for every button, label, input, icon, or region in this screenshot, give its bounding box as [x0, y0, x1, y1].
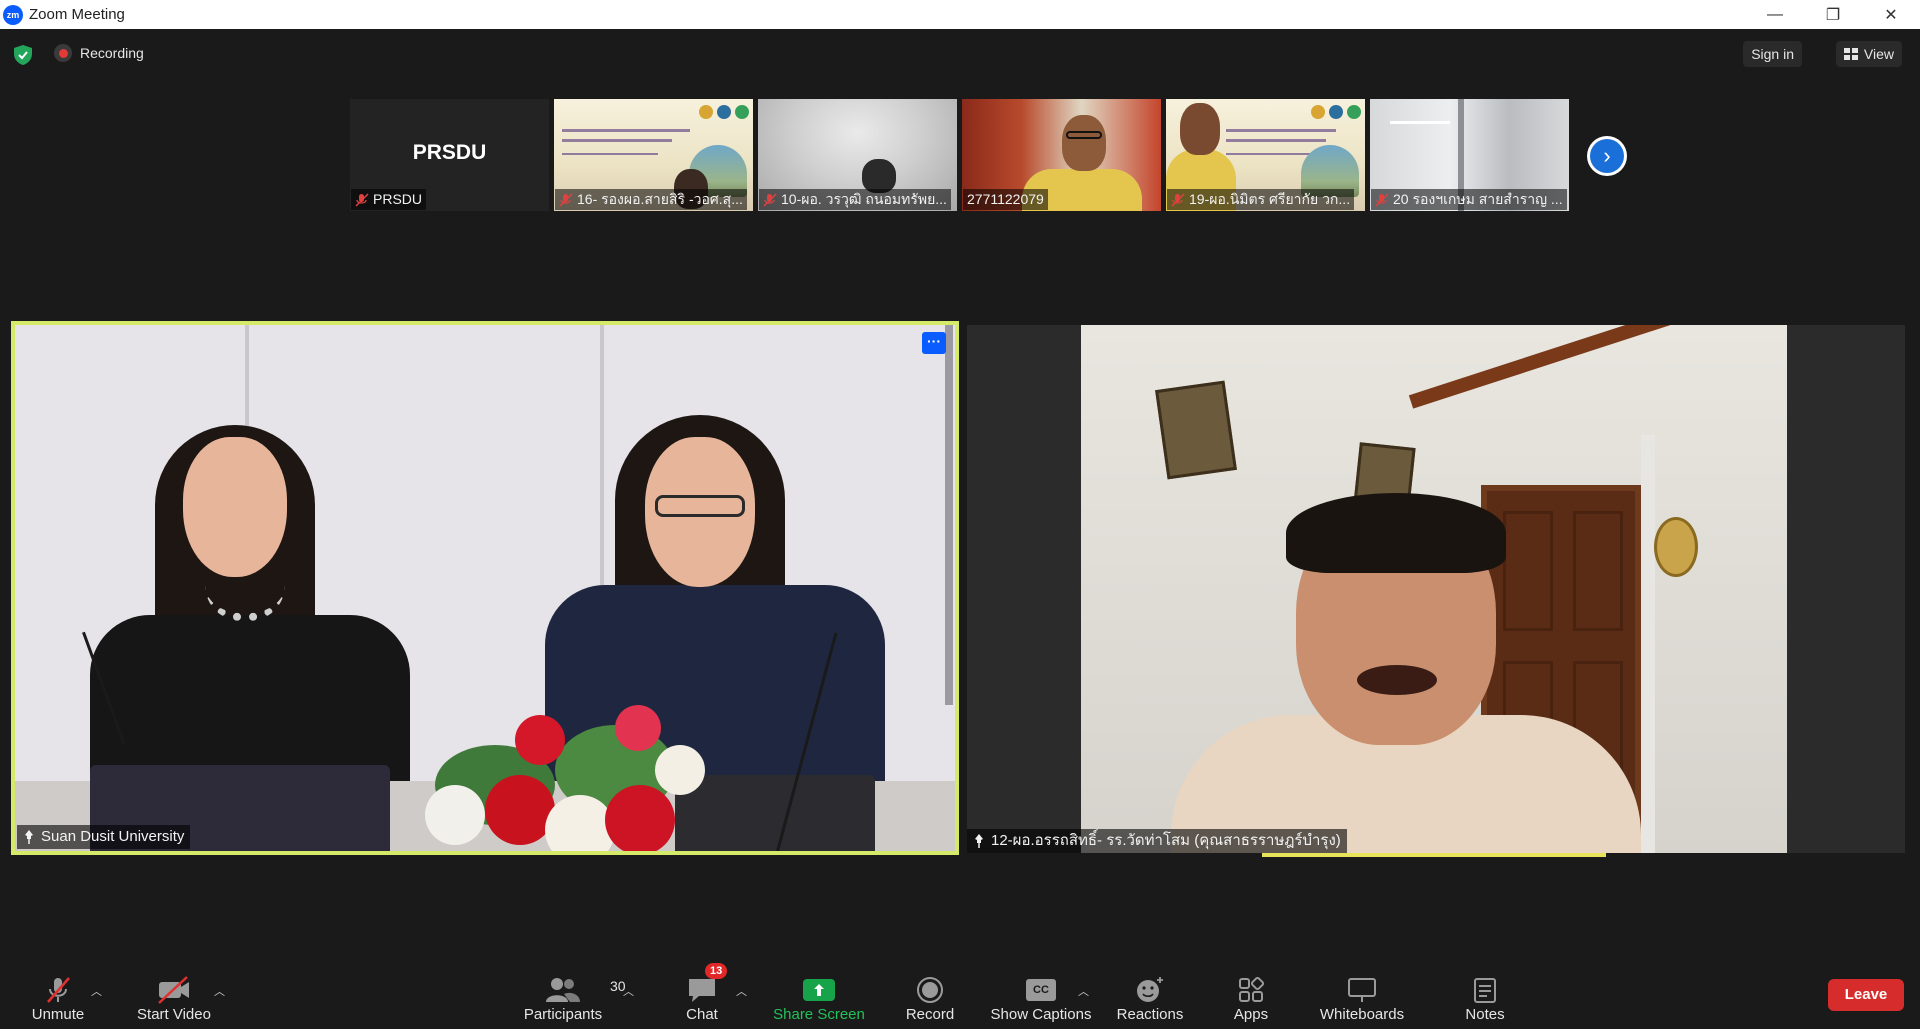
start-video-button[interactable]: Start Video	[132, 957, 216, 1029]
mic-muted-icon	[763, 192, 777, 207]
participant-name-tag: 19-ผอ.นิมิตร ศรียากัย วก...	[1167, 189, 1355, 210]
chat-unread-badge: 13	[705, 963, 728, 979]
meeting-toolbar: Unmute ︿ Start Video ︿ 30 Participants ︿…	[0, 957, 1920, 1029]
mic-muted-icon	[1171, 192, 1185, 207]
video-tile-active-speaker[interactable]: ··· Suan Dusit University	[11, 321, 959, 855]
whiteboard-icon	[1347, 970, 1377, 1010]
video-tile[interactable]	[1081, 325, 1787, 853]
zoom-logo-icon: zm	[3, 4, 23, 25]
speaking-indicator	[1262, 853, 1606, 857]
participant-thumbnail[interactable]: 20 รองฯเกษม สายสำราญ ...	[1370, 99, 1569, 211]
recording-dot-icon	[54, 44, 72, 62]
participants-icon: 30	[546, 970, 626, 1010]
security-shield-icon[interactable]	[14, 45, 32, 65]
sign-in-button[interactable]: Sign in	[1743, 41, 1802, 67]
window-title: Zoom Meeting	[29, 6, 125, 23]
recording-indicator[interactable]: Recording	[54, 44, 144, 62]
unmute-button[interactable]: Unmute	[28, 957, 88, 1029]
participant-video	[1081, 325, 1787, 853]
chat-icon: 13	[687, 963, 728, 1010]
participant-thumbnail[interactable]: 2771122079	[962, 99, 1161, 211]
chat-button[interactable]: 13 Chat	[680, 957, 728, 1029]
minimize-button[interactable]: —	[1746, 0, 1804, 29]
participant-name: 10-ผอ. วรวุฒิ ถนอมทรัพย...	[781, 191, 947, 207]
participant-name: 16- รองผอ.สายสิริ -วอศ.สุ...	[577, 191, 743, 207]
participant-name: 19-ผอ.นิมิตร ศรียากัย วก...	[1189, 191, 1351, 207]
participant-thumbnail[interactable]: 16- รองผอ.สายสิริ -วอศ.สุ...	[554, 99, 753, 211]
title-bar: zm Zoom Meeting — ❐ ✕	[0, 0, 1920, 29]
participant-name-tag: 16- รองผอ.สายสิริ -วอศ.สุ...	[555, 189, 747, 210]
show-captions-button[interactable]: CC Show Captions	[990, 957, 1092, 1029]
participant-thumbnail[interactable]: 19-ผอ.นิมิตร ศรียากัย วก...	[1166, 99, 1365, 211]
audio-options-caret[interactable]: ︿	[91, 983, 102, 999]
participant-name: 20 รองฯเกษม สายสำราญ ...	[1393, 191, 1563, 207]
mic-muted-icon	[355, 192, 369, 207]
participant-name: Suan Dusit University	[41, 828, 185, 845]
record-button[interactable]: Record	[904, 957, 956, 1029]
participant-name-tag: 2771122079	[963, 189, 1048, 210]
participants-button[interactable]: 30 Participants	[520, 957, 626, 1029]
zoom-meeting-window: zm Zoom Meeting — ❐ ✕ Recording Sign in …	[0, 0, 1920, 1029]
notes-button[interactable]: Notes	[1463, 957, 1507, 1029]
reactions-icon	[1135, 970, 1165, 1010]
participant-video	[15, 325, 955, 851]
participant-name-tag: 10-ผอ. วรวุฒิ ถนอมทรัพย...	[759, 189, 951, 210]
record-icon	[916, 970, 944, 1010]
view-label: View	[1863, 46, 1894, 62]
close-button[interactable]: ✕	[1862, 0, 1920, 29]
chevron-right-icon: ›	[1590, 139, 1624, 173]
more-options-button[interactable]: ···	[922, 332, 946, 354]
captions-options-caret[interactable]: ︿	[1078, 983, 1089, 999]
video-off-icon	[157, 970, 191, 1010]
participant-thumbnail[interactable]: PRSDU PRSDU	[350, 99, 549, 211]
whiteboards-button[interactable]: Whiteboards	[1316, 957, 1408, 1029]
participants-options-caret[interactable]: ︿	[623, 983, 634, 999]
pin-icon	[25, 830, 33, 844]
meeting-top-bar: Recording Sign in View	[0, 29, 1920, 77]
participant-name-tag: Suan Dusit University	[17, 825, 191, 849]
leave-button[interactable]: Leave	[1828, 979, 1904, 1011]
mic-muted-icon	[43, 970, 73, 1010]
apps-icon	[1238, 970, 1264, 1010]
share-screen-button[interactable]: Share Screen	[772, 957, 866, 1029]
pin-icon	[975, 834, 983, 848]
reactions-button[interactable]: Reactions	[1116, 957, 1184, 1029]
participant-name: PRSDU	[373, 191, 423, 207]
participant-name-tag: PRSDU	[351, 189, 427, 210]
apps-button[interactable]: Apps	[1232, 957, 1270, 1029]
grid-view-icon	[1843, 48, 1858, 60]
restore-button[interactable]: ❐	[1804, 0, 1862, 29]
participant-thumbnail[interactable]: 10-ผอ. วรวุฒิ ถนอมทรัพย...	[758, 99, 957, 211]
view-button[interactable]: View	[1835, 41, 1902, 67]
participant-name: 12-ผอ.อรรถสิทธิ์- รร.วัดท่าโสม (คุณสาธรร…	[991, 832, 1341, 849]
share-screen-icon	[803, 970, 835, 1010]
video-options-caret[interactable]: ︿	[214, 983, 225, 999]
mic-muted-icon	[1375, 192, 1389, 207]
mic-muted-icon	[559, 192, 573, 207]
captions-icon: CC	[1026, 970, 1056, 1010]
notes-icon	[1473, 970, 1497, 1010]
next-page-button[interactable]: ›	[1587, 136, 1627, 176]
recording-label: Recording	[80, 45, 144, 61]
participant-name-tag: 12-ผอ.อรรถสิทธิ์- รร.วัดท่าโสม (คุณสาธรร…	[967, 829, 1347, 853]
window-controls: — ❐ ✕	[1746, 0, 1920, 29]
participant-name: 2771122079	[967, 191, 1044, 207]
chat-options-caret[interactable]: ︿	[736, 983, 747, 999]
participant-name-placeholder: PRSDU	[412, 141, 487, 164]
participant-name-tag: 20 รองฯเกษม สายสำราญ ...	[1371, 189, 1567, 210]
